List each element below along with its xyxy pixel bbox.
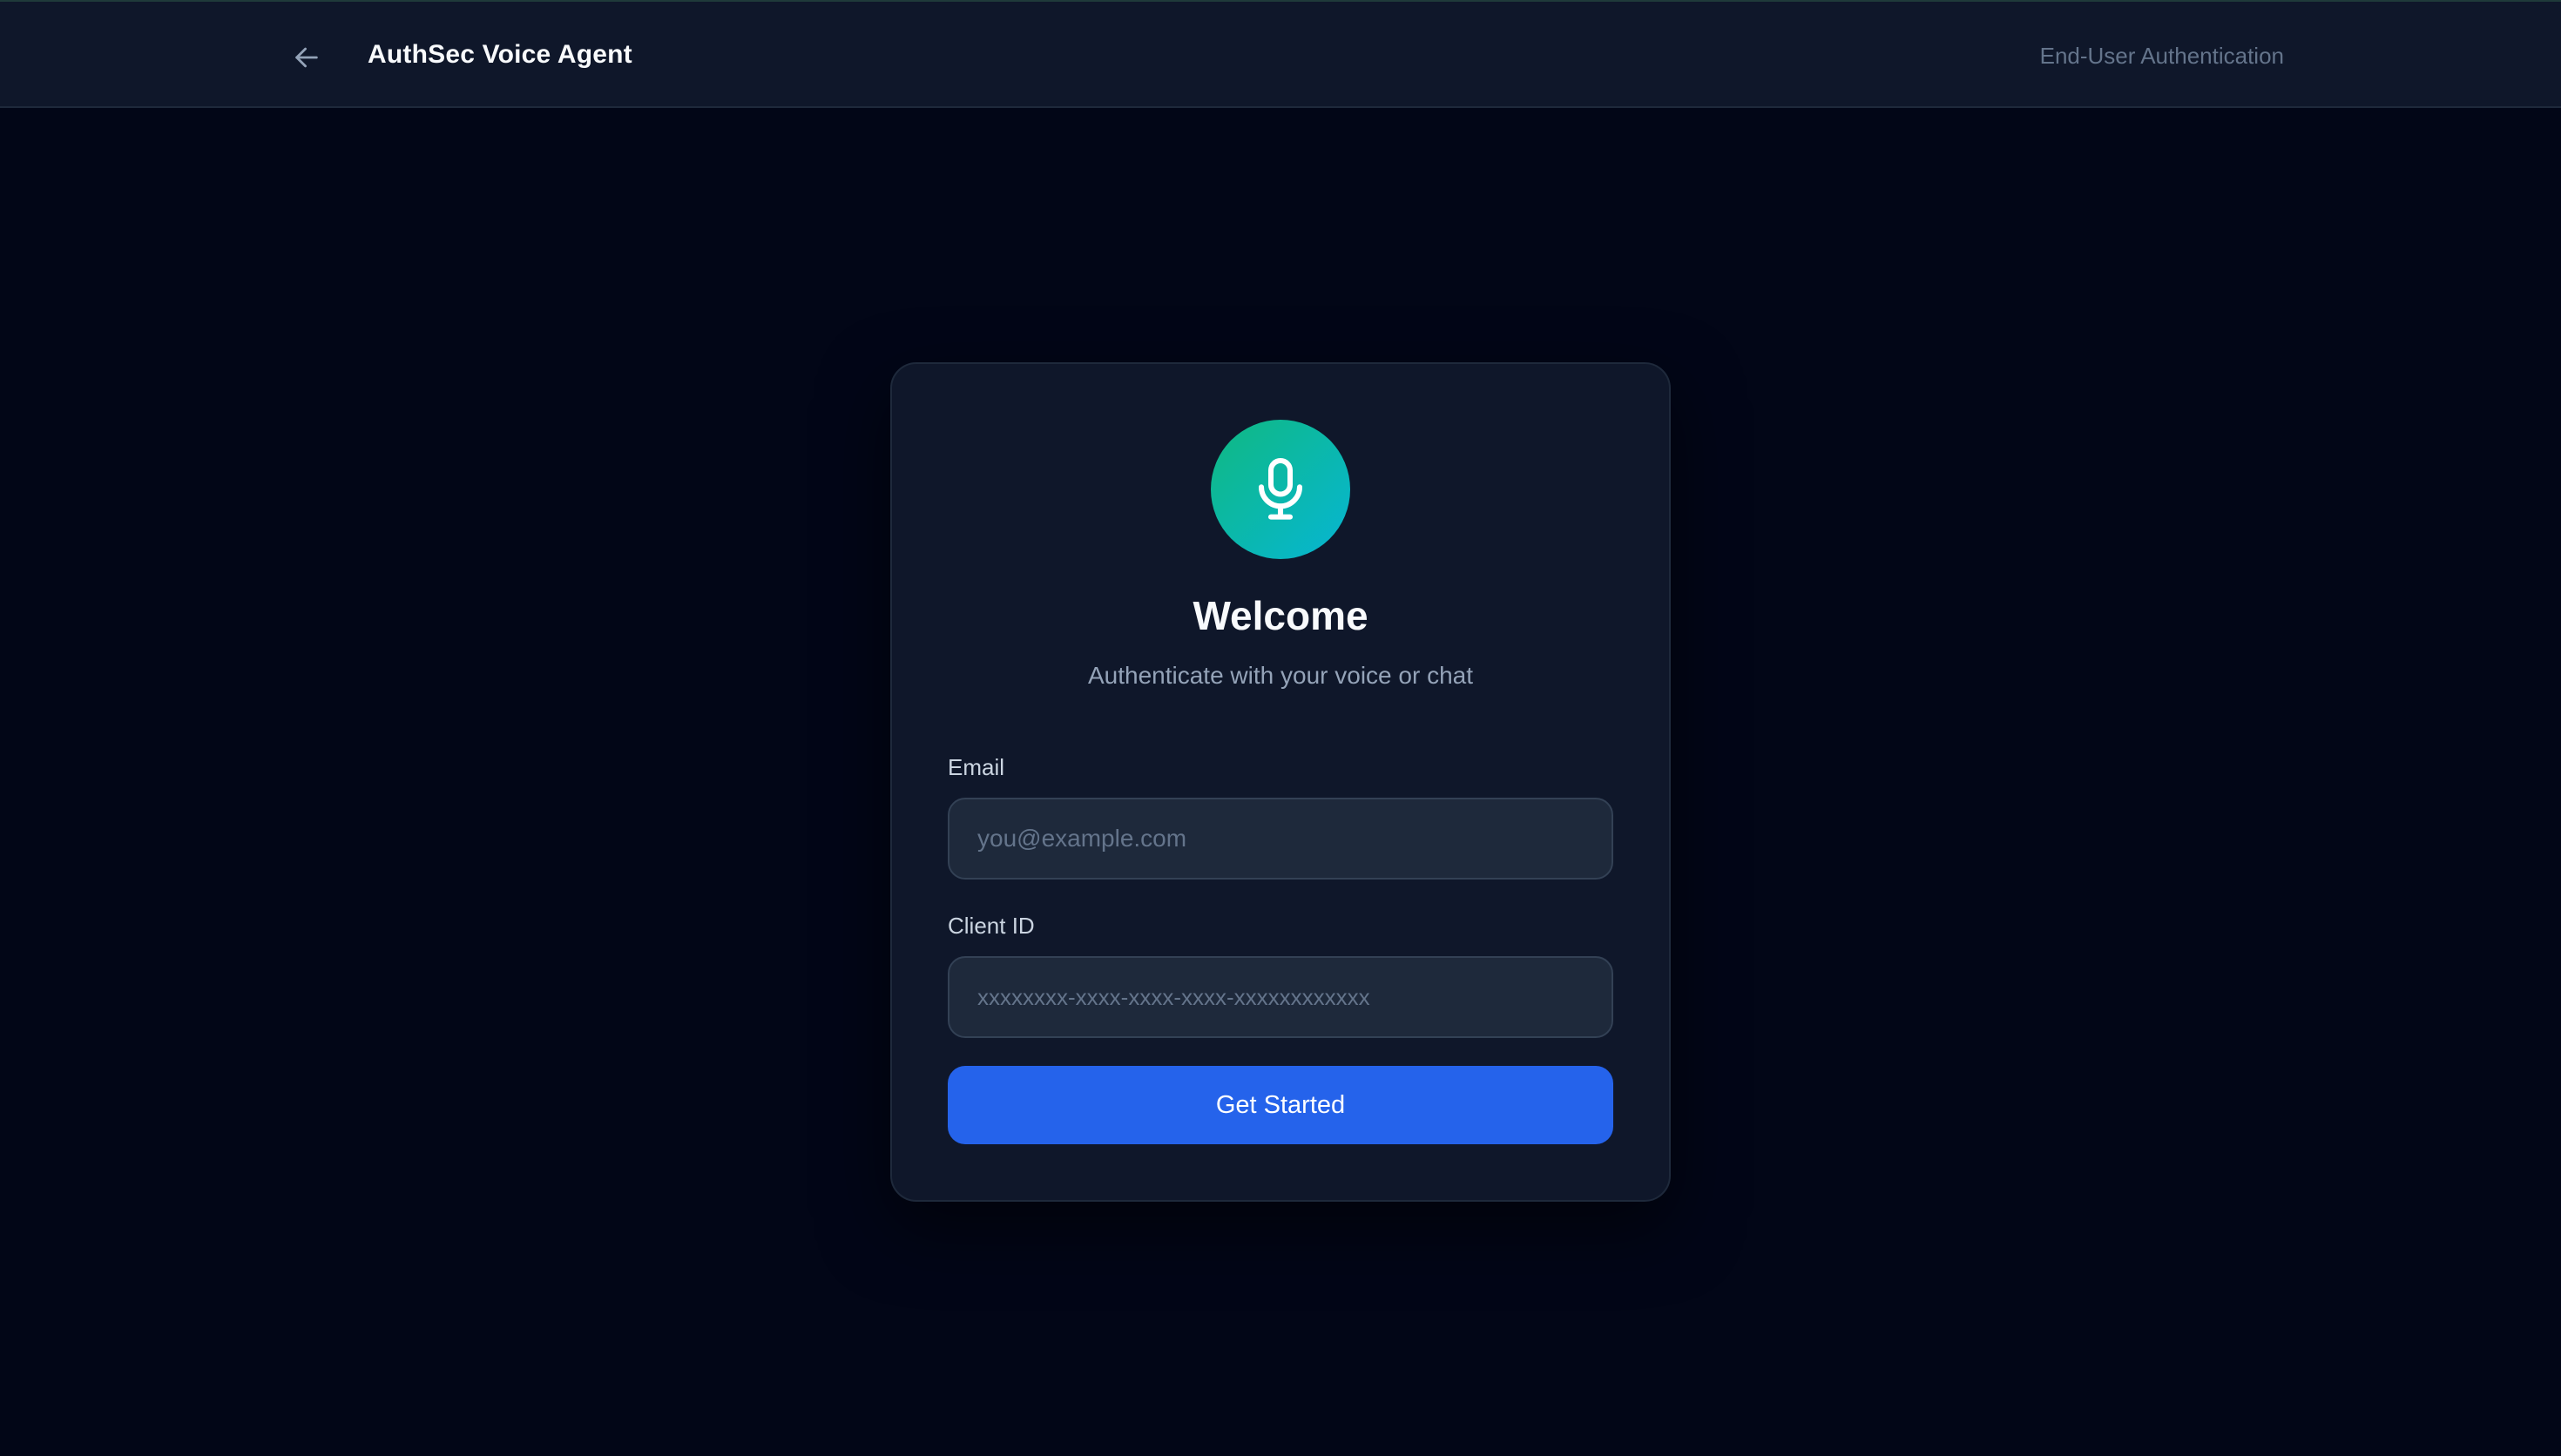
back-button[interactable]	[286, 37, 328, 78]
top-bar: AuthSec Voice Agent End-User Authenticat…	[0, 0, 2561, 108]
client-id-input[interactable]	[948, 956, 1613, 1038]
header-context-label: End-User Authentication	[2039, 43, 2284, 69]
welcome-title: Welcome	[1193, 593, 1368, 638]
page: AuthSec Voice Agent End-User Authenticat…	[0, 0, 2561, 1456]
email-label: Email	[948, 754, 1005, 780]
get-started-button[interactable]: Get Started	[948, 1066, 1613, 1144]
welcome-subtitle: Authenticate with your voice or chat	[1087, 662, 1473, 689]
microphone-icon	[1258, 457, 1303, 520]
client-id-label: Client ID	[948, 913, 1035, 939]
mic-badge	[1211, 420, 1350, 559]
login-card: Welcome Authenticate with your voice or …	[890, 362, 1671, 1202]
arrow-left-icon	[295, 47, 318, 68]
app-title: AuthSec Voice Agent	[368, 40, 632, 69]
email-input[interactable]	[948, 798, 1613, 880]
